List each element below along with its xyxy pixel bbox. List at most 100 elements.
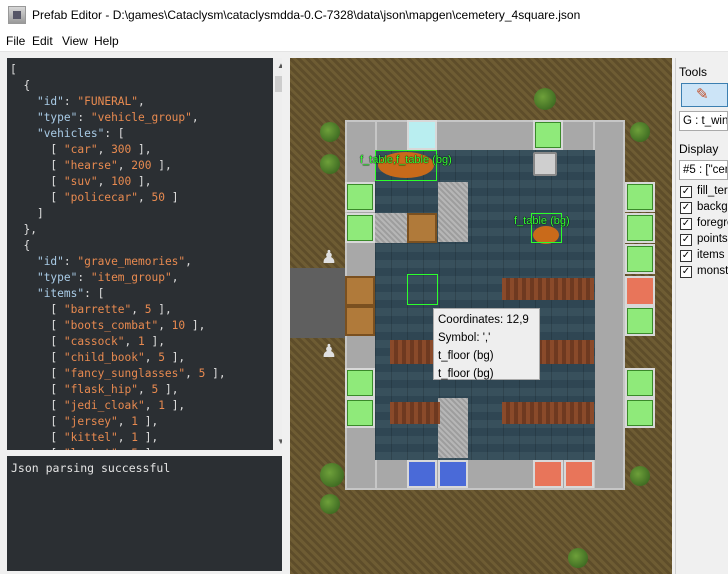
title-bar: Prefab Editor - D:\games\Cataclysm\catac…	[0, 0, 728, 31]
tooltip-coordinates: Coordinates: 12,9	[438, 314, 529, 326]
window-tile	[625, 276, 655, 306]
window-tile	[345, 368, 375, 398]
json-scrollbar[interactable]: ▲ ▼	[273, 58, 282, 450]
code-line: [ "locket", 5 ],	[10, 446, 226, 450]
bush	[630, 466, 650, 486]
checkbox-label: foreground	[697, 217, 728, 229]
stone-pillar	[438, 182, 468, 242]
window-tile	[345, 398, 375, 428]
checkbox-items[interactable]: ✓ items	[680, 248, 728, 264]
tools-label: Tools	[679, 65, 708, 79]
window-tile	[533, 460, 563, 488]
pencil-icon: ✎	[696, 86, 709, 103]
menu-file[interactable]: File	[4, 34, 27, 48]
code-line: [ "cassock", 1 ],	[10, 335, 165, 348]
door	[407, 213, 437, 243]
tooltip-symbol: Symbol: ','	[438, 332, 491, 344]
checkbox-foreground[interactable]: ✓ foreground	[680, 216, 728, 232]
app-icon	[8, 6, 26, 24]
checkbox-icon[interactable]: ✓	[680, 218, 692, 230]
window-tile	[625, 398, 655, 428]
scroll-thumb[interactable]	[275, 76, 282, 92]
panel-divider	[675, 58, 676, 574]
door	[345, 306, 375, 336]
checkbox-points[interactable]: ✓ points	[680, 232, 728, 248]
code-line: [ "hearse", 200 ],	[10, 159, 172, 172]
window-tile	[625, 213, 655, 243]
status-output: Json parsing successful	[7, 456, 282, 571]
stone-tile	[375, 213, 407, 243]
menu-bar: File Edit View Help	[0, 31, 728, 52]
carpet	[390, 402, 440, 424]
checkbox-label: fill_ter	[697, 185, 728, 197]
door	[345, 276, 375, 306]
menu-view[interactable]: View	[60, 34, 90, 48]
code-line: [ "child_book", 5 ],	[10, 351, 186, 364]
code-line: [ "boots_combat", 10 ],	[10, 319, 206, 332]
window-tile	[564, 460, 594, 488]
checkbox-icon[interactable]: ✓	[680, 266, 692, 278]
code-line: },	[10, 223, 37, 236]
checkbox-icon[interactable]: ✓	[680, 250, 692, 262]
window-tile	[407, 120, 437, 150]
code-line: [ "suv", 100 ],	[10, 175, 152, 188]
code-line: "id": "grave_memories",	[36, 255, 192, 268]
code-line: ]	[10, 207, 44, 220]
statue-icon: ♟	[320, 247, 338, 267]
bush	[320, 463, 344, 487]
window-tile	[625, 306, 655, 336]
tooltip-line: t_floor (bg)	[438, 350, 494, 362]
code-line: [ "barrette", 5 ],	[10, 303, 172, 316]
menu-edit[interactable]: Edit	[30, 34, 55, 48]
window-tile	[345, 182, 375, 212]
symbol-selector[interactable]: G : t_window	[679, 111, 728, 131]
map-canvas[interactable]: ♟ ♟ f_table,f_table (bg) f_table (bg) Co…	[290, 58, 672, 574]
checkbox-background[interactable]: ✓ background	[680, 200, 728, 216]
window-tile	[407, 460, 437, 488]
bush	[320, 154, 340, 174]
checkbox-fill-ter[interactable]: ✓ fill_ter	[680, 184, 728, 200]
bush	[534, 88, 556, 110]
json-editor[interactable]: [ { "id": "FUNERAL", "type": "vehicle_gr…	[7, 58, 282, 450]
hover-cell	[407, 274, 438, 305]
window-tile	[625, 244, 655, 274]
window-tile	[345, 213, 375, 243]
code-line: "type": "item_group",	[36, 271, 179, 284]
code-line: [ "jersey", 1 ],	[10, 415, 159, 428]
checkbox-icon[interactable]: ✓	[680, 234, 692, 246]
bush	[320, 122, 340, 142]
pencil-tool-button[interactable]: ✎	[681, 83, 728, 107]
carpet	[502, 402, 594, 424]
scroll-down-arrow-icon[interactable]: ▼	[273, 434, 282, 450]
scroll-up-arrow-icon[interactable]: ▲	[273, 58, 282, 74]
road	[290, 268, 345, 338]
code-line: "items": [	[36, 287, 105, 300]
code-line: [ "flask_hip", 5 ],	[10, 383, 179, 396]
checkbox-monsters[interactable]: ✓ monsters	[680, 264, 728, 280]
window-tile	[625, 368, 655, 398]
bush	[568, 548, 588, 568]
menu-help[interactable]: Help	[92, 34, 121, 48]
json-code[interactable]: [ { "id": "FUNERAL", "type": "vehicle_gr…	[10, 62, 226, 450]
code-line: [ "kittel", 1 ],	[10, 431, 159, 444]
code-line: [ "fancy_sunglasses", 5 ],	[10, 367, 226, 380]
tile-tooltip: Coordinates: 12,9 Symbol: ',' t_floor (b…	[433, 308, 540, 380]
map-label-table: f_table (bg)	[514, 215, 570, 227]
code-line: {	[10, 79, 31, 92]
code-line: {	[10, 239, 31, 252]
window-tile	[625, 182, 655, 212]
layer-select[interactable]: #5 : ["cemetery"]	[679, 160, 728, 180]
checkbox-label: items	[697, 249, 725, 261]
code-line: [ "policecar", 50 ]	[10, 191, 179, 204]
window-title: Prefab Editor - D:\games\Cataclysm\catac…	[32, 8, 581, 22]
checkbox-icon[interactable]: ✓	[680, 186, 692, 198]
window-tile	[438, 460, 468, 488]
carpet	[502, 278, 594, 300]
checkbox-label: monsters	[697, 265, 728, 277]
tooltip-line: t_floor (bg)	[438, 368, 494, 380]
checkbox-label: background	[697, 201, 728, 213]
bush	[320, 494, 340, 514]
checkbox-icon[interactable]: ✓	[680, 202, 692, 214]
code-line: "vehicles": [	[36, 127, 125, 140]
code-line: [	[10, 63, 17, 76]
